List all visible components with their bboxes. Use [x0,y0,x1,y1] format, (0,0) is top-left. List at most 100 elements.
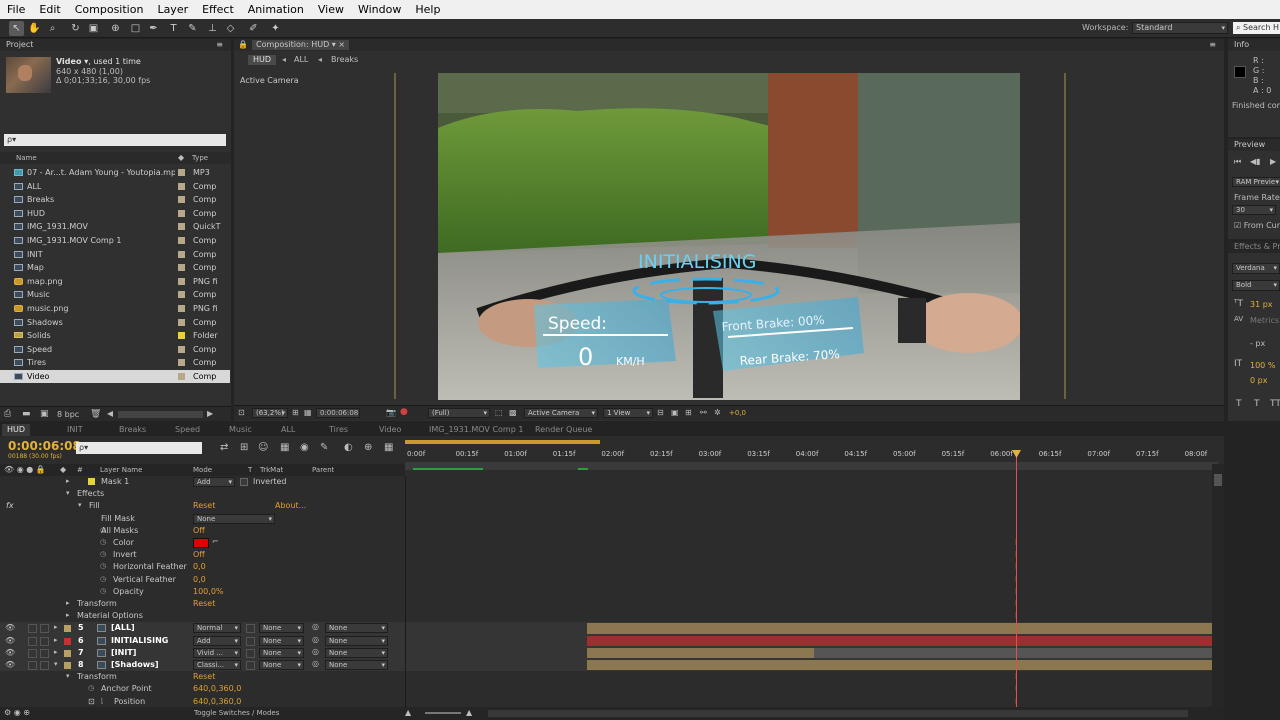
visibility-eye-icon[interactable]: 👁 [5,660,15,669]
bit-depth-label[interactable]: 8 bpc [57,410,79,419]
zoom-out-icon[interactable]: ▲ [405,708,411,717]
timeline-search-input[interactable]: ρ▾ [76,442,202,454]
timeline-icon[interactable]: ⊞ [685,408,692,417]
graph-icon[interactable]: ⌊ [101,697,104,705]
type-tool-icon[interactable]: T [166,21,181,36]
breadcrumb-hud[interactable]: HUD [248,55,277,65]
scroll-right-icon[interactable]: ▶ [207,409,213,418]
visibility-eye-icon[interactable]: 👁 [5,623,15,632]
label-color-swatch[interactable] [178,182,185,190]
track-matte-dropdown[interactable]: None [259,660,304,670]
layer-name[interactable]: [Shadows] [111,660,159,669]
region-of-interest-icon[interactable]: ⬚ [495,408,503,417]
current-time-indicator[interactable] [1016,450,1017,707]
layer-duration-bar[interactable] [587,635,1212,646]
layer-duration-bar[interactable] [587,623,1212,634]
new-folder-icon[interactable]: ▬ [22,409,31,419]
layer-mode-dropdown[interactable]: Classi... [193,660,241,670]
property-value[interactable]: Off [193,526,205,535]
timeline-tab[interactable]: INIT [62,424,88,436]
label-color-swatch[interactable] [178,345,185,353]
flowchart-icon[interactable]: ⚯ [700,408,707,417]
label-color-swatch[interactable] [178,318,185,326]
menu-layer[interactable]: Layer [150,0,195,19]
menu-effect[interactable]: Effect [195,0,241,19]
rotate-tool-icon[interactable]: ↻ [68,21,83,36]
menu-view[interactable]: View [311,0,351,19]
project-item[interactable]: IMG_1931.MOV Comp 1 Comp [0,234,230,247]
breadcrumb-all[interactable]: ALL [294,55,308,64]
timeline-vscrollbar[interactable] [1212,464,1224,707]
track-matte-dropdown[interactable]: None [259,635,304,646]
fill-effect-name[interactable]: Fill [89,501,100,510]
project-item[interactable]: 07 - Ar...t. Adam Young - Youtopia.mp3 MP… [0,166,230,179]
composition-tab[interactable]: Composition: HUD ▾ × [252,40,350,50]
fill-about-link[interactable]: About... [275,501,306,510]
shy-layers-icon[interactable]: ☺ [258,442,268,453]
zoom-in-icon[interactable]: ▲ [466,708,472,717]
lock-switch[interactable] [40,661,49,670]
frame-blending-icon[interactable]: ▦ [280,442,289,453]
breadcrumb-breaks[interactable]: Breaks [331,55,358,64]
composition-viewer[interactable]: INITIALISING Speed: 0 KM/H Front Brake: … [438,73,1020,400]
camera-tool-icon[interactable]: ▣ [86,21,101,36]
label-color-swatch[interactable] [178,277,185,285]
expand-arrow-icon[interactable]: ▸ [54,648,58,656]
label-color-swatch[interactable] [178,373,185,380]
col-type-header[interactable]: Type [192,154,208,162]
rectangle-tool-icon[interactable]: □ [128,21,143,36]
layer-name[interactable]: [INIT] [111,648,136,657]
transform-reset-link[interactable]: Reset [193,599,215,608]
solo-switch[interactable] [28,648,37,658]
expand-arrow-icon[interactable]: ▸ [54,623,58,631]
layer-duration-bar[interactable] [587,660,1212,671]
color-swatch[interactable] [193,538,209,548]
stopwatch-icon[interactable]: ◷ [100,550,106,558]
col-layer-name-header[interactable]: Layer Name [100,466,142,474]
draft-3d-icon[interactable]: ⊞ [240,442,248,453]
zoom-slider[interactable] [425,712,461,714]
project-item[interactable]: Shadows Comp [0,316,230,329]
stopwatch-icon[interactable]: ◷ [100,575,106,583]
pick-whip-icon[interactable]: ◎ [312,622,319,631]
project-item[interactable]: map.png PNG fi [0,275,230,288]
project-item[interactable]: Video Comp [0,370,230,383]
time-ruler[interactable]: 0:00f 00:15f 01:00f 01:15f 02:00f 02:15f 03:00… [405,450,1218,462]
hand-tool-icon[interactable]: ✋ [27,21,42,36]
trash-icon[interactable]: 🗑 [90,409,101,419]
resolution-dropdown[interactable]: (Full) [428,408,490,418]
preserve-transparency-checkbox[interactable] [246,624,255,634]
all-caps-icon[interactable]: TT [1270,399,1280,409]
keyframe-navigator-icon[interactable]: ⊡ [88,697,95,706]
timeline-tab[interactable]: Render Queue [530,424,597,436]
always-preview-icon[interactable]: ⊡ [238,408,245,417]
label-color-swatch[interactable] [178,223,185,231]
collapse-arrow-icon[interactable]: ▾ [54,660,58,668]
position-value[interactable]: 640,0,360,0 [193,697,241,706]
transparency-grid-icon[interactable]: ▩ [509,408,517,417]
channel-icon[interactable]: ● [400,407,408,417]
stopwatch-icon[interactable]: ◷ [100,538,106,546]
label-color-swatch[interactable] [178,237,185,244]
property-value[interactable]: 0,0 [193,575,206,584]
safe-zones-icon[interactable]: ⊞ [292,408,299,417]
expand-arrow-icon[interactable]: ▸ [66,477,70,485]
project-item[interactable]: Speed Comp [0,343,230,356]
mask-name[interactable]: Mask 1 [101,477,129,486]
font-size-value[interactable]: 31 px [1250,300,1273,309]
project-item[interactable]: ALL Comp [0,180,230,193]
project-item[interactable]: IMG_1931.MOV QuickT [0,220,230,233]
reset-exposure-icon[interactable]: ✲ [714,408,721,417]
label-color-swatch[interactable] [178,169,185,176]
leading-value[interactable]: - px [1250,339,1265,348]
toggle-pixel-aspect-icon[interactable]: ⊟ [657,408,664,417]
label-color-swatch[interactable] [178,209,185,217]
collapse-arrow-icon[interactable]: ▾ [66,489,70,497]
frame-rate-dropdown[interactable]: 30 [1232,205,1276,215]
project-item[interactable]: Tires Comp [0,356,230,369]
track-matte-dropdown[interactable]: None [259,647,304,658]
current-time-field[interactable]: 0:00:06:08 [316,408,360,418]
scroll-left-icon[interactable]: ◀ [107,409,113,418]
font-style-dropdown[interactable]: Bold [1232,280,1280,291]
first-frame-icon[interactable]: ⏮ [1234,157,1241,167]
